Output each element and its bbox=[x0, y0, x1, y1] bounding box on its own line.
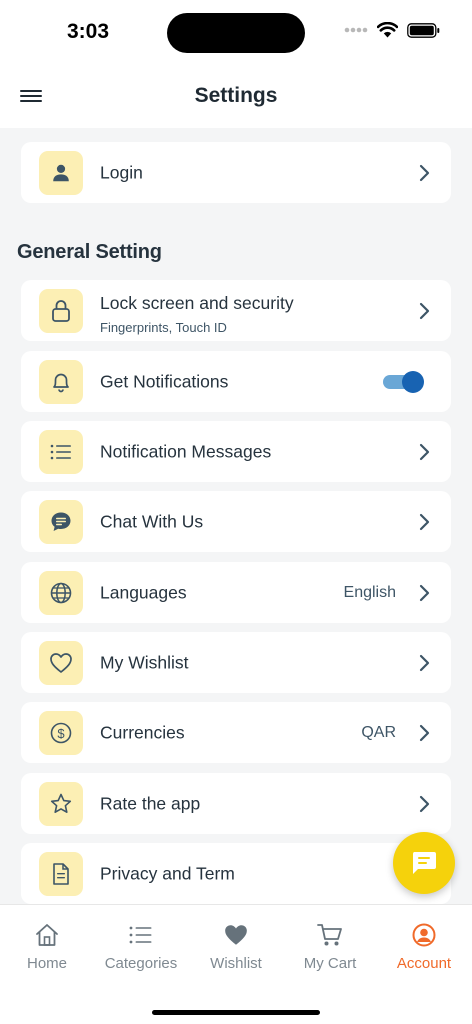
heart-icon bbox=[50, 652, 72, 673]
chevron-right-icon bbox=[417, 584, 431, 602]
heart-icon-box bbox=[39, 640, 83, 685]
account-icon bbox=[412, 923, 436, 947]
tab-wishlist-label: Wishlist bbox=[210, 955, 262, 972]
chat-row[interactable]: Chat With Us bbox=[21, 491, 451, 552]
star-icon-box bbox=[39, 781, 83, 826]
bell-icon bbox=[53, 373, 69, 392]
chat-icon-box bbox=[39, 499, 83, 544]
privacy-row[interactable]: Privacy and Term bbox=[21, 843, 451, 904]
notifications-label: Get Notifications bbox=[100, 371, 229, 391]
list-icon-box bbox=[39, 429, 83, 474]
status-bar: 3:03 bbox=[0, 0, 472, 66]
languages-label: Languages bbox=[100, 582, 187, 602]
chat-fab-button[interactable] bbox=[393, 832, 455, 894]
lock-screen-label: Lock screen and security bbox=[100, 293, 294, 313]
tab-home-label: Home bbox=[26, 955, 67, 972]
currencies-label: Currencies bbox=[100, 722, 185, 742]
currencies-value: QAR bbox=[361, 723, 396, 741]
lock-screen-sublabel: Fingerprints, Touch ID bbox=[100, 320, 227, 335]
notifications-toggle[interactable] bbox=[383, 370, 424, 393]
document-icon bbox=[53, 862, 69, 885]
bottom-tab-bar: Home Categories Wishlist My Cart Account bbox=[0, 904, 472, 1024]
tab-categories-label: Categories bbox=[104, 955, 178, 972]
document-icon-box bbox=[39, 851, 83, 896]
svg-text:$: $ bbox=[57, 725, 65, 740]
rate-app-label: Rate the app bbox=[100, 793, 201, 813]
chevron-right-icon bbox=[417, 164, 431, 182]
bell-icon-box bbox=[39, 359, 83, 404]
notifications-row: Get Notifications bbox=[21, 351, 451, 412]
currencies-row[interactable]: $ Currencies QAR bbox=[21, 702, 451, 763]
chat-bubble-icon bbox=[51, 512, 71, 531]
dollar-icon: $ bbox=[50, 722, 72, 743]
wishlist-row[interactable]: My Wishlist bbox=[21, 632, 451, 693]
home-indicator bbox=[152, 1010, 320, 1015]
lock-screen-text: Lock screen and security Fingerprints, T… bbox=[100, 293, 294, 335]
heart-filled-icon bbox=[225, 925, 247, 945]
login-row[interactable]: Login bbox=[21, 142, 451, 203]
toggle-knob bbox=[402, 370, 424, 393]
chevron-right-icon bbox=[417, 724, 431, 742]
privacy-label: Privacy and Term bbox=[100, 863, 235, 883]
notification-messages-label: Notification Messages bbox=[100, 441, 272, 461]
chevron-right-icon bbox=[417, 302, 431, 320]
lock-icon-box bbox=[39, 288, 83, 333]
section-title-general: General Setting bbox=[17, 241, 162, 263]
dollar-icon-box: $ bbox=[39, 710, 83, 755]
signal-icon bbox=[344, 27, 368, 33]
rate-app-row[interactable]: Rate the app bbox=[21, 773, 451, 834]
tab-account[interactable]: Account bbox=[377, 905, 471, 981]
chevron-right-icon bbox=[417, 443, 431, 461]
home-icon bbox=[36, 924, 58, 946]
chevron-right-icon bbox=[417, 513, 431, 531]
globe-icon bbox=[50, 582, 72, 603]
notification-messages-row[interactable]: Notification Messages bbox=[21, 421, 451, 482]
lock-screen-row[interactable]: Lock screen and security Fingerprints, T… bbox=[21, 280, 451, 341]
star-icon bbox=[50, 793, 72, 813]
tab-wishlist[interactable]: Wishlist bbox=[189, 905, 283, 981]
message-icon bbox=[412, 852, 436, 874]
languages-value: English bbox=[343, 583, 396, 601]
status-icons bbox=[344, 22, 440, 38]
list-icon bbox=[50, 444, 71, 459]
tab-account-label: Account bbox=[396, 955, 452, 972]
chat-label: Chat With Us bbox=[100, 511, 204, 531]
app-header: Settings bbox=[0, 66, 472, 128]
dynamic-island bbox=[167, 13, 305, 53]
wifi-icon bbox=[377, 22, 398, 38]
login-label: Login bbox=[100, 162, 143, 182]
languages-row[interactable]: Languages English bbox=[21, 562, 451, 623]
battery-icon bbox=[407, 22, 440, 38]
tab-my-cart[interactable]: My Cart bbox=[283, 905, 377, 981]
list-icon bbox=[129, 926, 152, 944]
tab-categories[interactable]: Categories bbox=[94, 905, 188, 981]
tab-home[interactable]: Home bbox=[0, 905, 94, 981]
wishlist-label: My Wishlist bbox=[100, 652, 189, 672]
page-title: Settings bbox=[194, 84, 278, 107]
cart-icon bbox=[317, 924, 342, 946]
globe-icon-box bbox=[39, 570, 83, 615]
lock-icon bbox=[52, 299, 70, 322]
settings-list: Login General Setting Lock screen and se… bbox=[0, 128, 472, 904]
person-icon bbox=[53, 164, 69, 181]
login-icon-box bbox=[39, 150, 83, 195]
status-time: 3:03 bbox=[67, 20, 110, 43]
chevron-right-icon bbox=[417, 795, 431, 813]
chevron-right-icon bbox=[417, 654, 431, 672]
tab-my-cart-label: My Cart bbox=[303, 955, 357, 972]
